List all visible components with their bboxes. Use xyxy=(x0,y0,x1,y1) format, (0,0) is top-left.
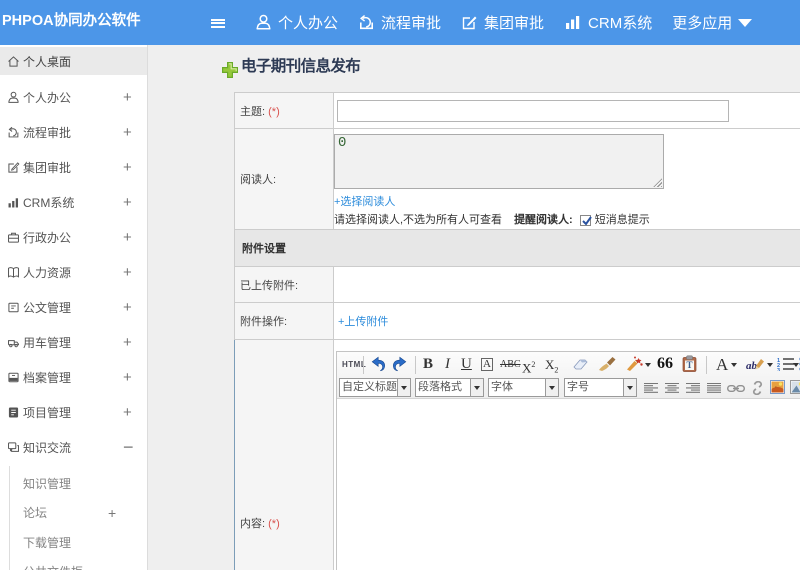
svg-text:T: T xyxy=(686,360,692,370)
svg-text:ab: ab xyxy=(746,360,758,372)
svg-text:3: 3 xyxy=(777,368,780,371)
